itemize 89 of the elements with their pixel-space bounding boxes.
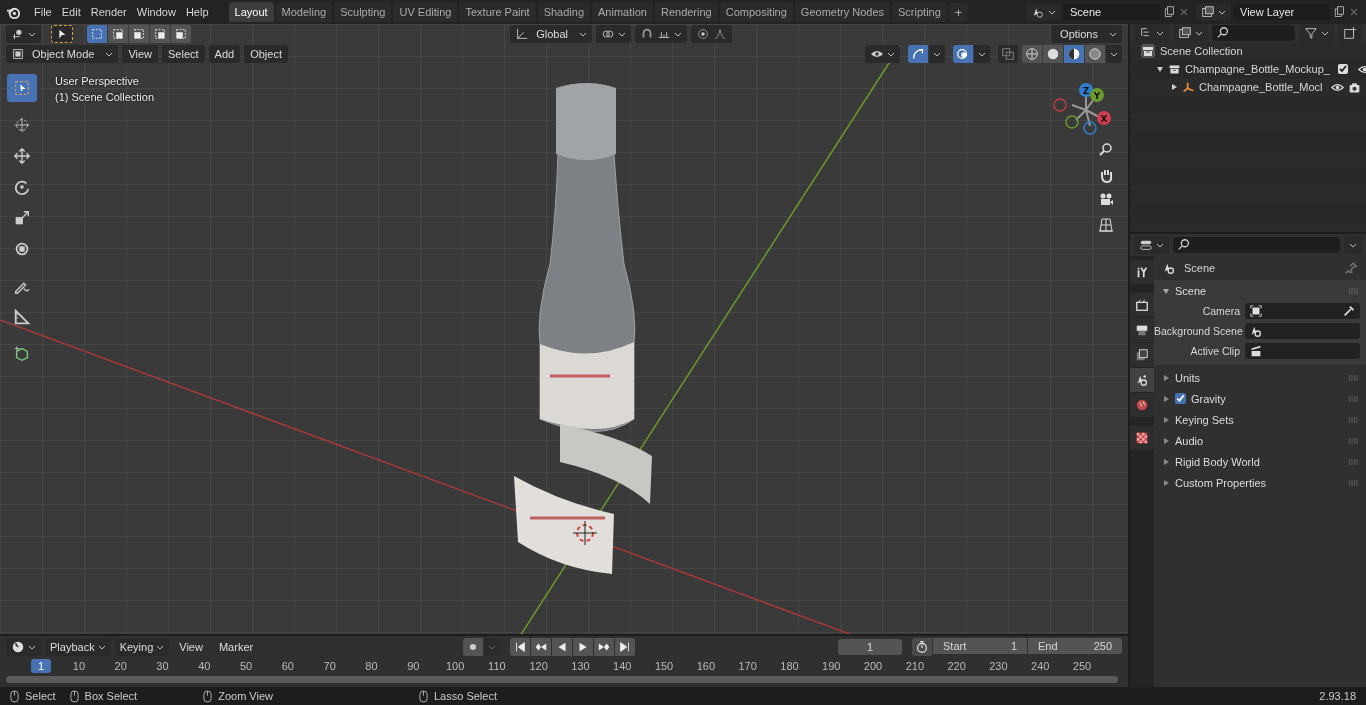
version-label: 2.93.18 xyxy=(1319,690,1356,702)
workspace-tab[interactable]: Animation xyxy=(592,2,653,22)
viewport-info-text: (1) Scene Collection xyxy=(55,91,155,103)
start-frame-field[interactable]: Start 1 xyxy=(933,638,1027,655)
menu-item[interactable]: File xyxy=(29,6,57,18)
workspace-tab[interactable]: Layout xyxy=(228,2,274,22)
timeline-menu[interactable]: View xyxy=(173,638,209,657)
navigation-gizmo-drawing[interactable]: Z Y X xyxy=(1052,78,1128,148)
frame-number: 30 xyxy=(155,660,170,673)
add-workspace-button[interactable]: + xyxy=(948,2,969,22)
playhead-frame[interactable]: 1 xyxy=(31,659,51,674)
menu-item[interactable]: Render xyxy=(85,6,132,18)
panel-header[interactable]: Gravity xyxy=(1154,388,1366,409)
frame-number: 100 xyxy=(444,660,466,673)
status-hint: Box Select xyxy=(84,690,138,702)
viewport-menu[interactable]: View xyxy=(122,45,159,63)
panel-title: Keying Sets xyxy=(1175,413,1234,426)
viewport-menu[interactable]: Select xyxy=(162,45,205,63)
scene-name-field[interactable]: Scene xyxy=(1064,4,1160,20)
frame-number: 150 xyxy=(653,660,675,673)
frame-number: 250 xyxy=(1071,660,1093,673)
frame-number: 240 xyxy=(1030,660,1051,673)
frame-number: 180 xyxy=(779,660,800,673)
panel-title: Rigid Body World xyxy=(1175,455,1260,468)
frame-number: 190 xyxy=(821,660,842,673)
panel-header[interactable]: Rigid Body World xyxy=(1154,451,1366,472)
viewport-info-text: User Perspective xyxy=(55,75,140,87)
frame-number: 140 xyxy=(612,660,633,673)
frame-number: 160 xyxy=(695,660,717,673)
field-label: Active Clip xyxy=(1189,344,1240,358)
context-label: Scene xyxy=(1184,262,1216,274)
3d-viewport[interactable]: Global Options Object Mode View Select Add Object User Perspective (1) Scene Collection Z Y X xyxy=(0,24,1128,635)
workspace-tab[interactable]: UV Editing xyxy=(393,2,458,22)
timeline-dropdown[interactable]: Keying xyxy=(114,638,170,657)
viewport-menu[interactable]: Object xyxy=(244,45,288,63)
frame-number: 80 xyxy=(364,660,379,673)
frame-number: 110 xyxy=(487,660,507,673)
workspace-tab[interactable]: Shading xyxy=(537,2,591,22)
outliner-item-label: Scene Collection xyxy=(1160,45,1243,57)
workspace-tab[interactable]: Modeling xyxy=(275,2,333,22)
panel-header[interactable]: Custom Properties xyxy=(1154,472,1366,493)
frame-number: 230 xyxy=(988,660,1009,673)
workspace-tab[interactable]: Scripting xyxy=(892,2,947,22)
workspace-tab[interactable]: Geometry Nodes xyxy=(794,2,890,22)
timeline-dropdown[interactable]: Playback xyxy=(45,638,111,657)
workspace-tab[interactable]: Compositing xyxy=(719,2,793,22)
frame-number: 60 xyxy=(280,660,295,673)
frame-number: 20 xyxy=(113,660,128,673)
panel-header[interactable]: Audio xyxy=(1154,430,1366,451)
transform-orientation-dropdown[interactable]: Global xyxy=(510,25,592,43)
menu-item[interactable]: Edit xyxy=(56,6,86,18)
frame-number: 50 xyxy=(238,660,254,673)
frame-number: 10 xyxy=(71,660,86,673)
view-layer-name-field[interactable]: View Layer xyxy=(1234,4,1330,20)
viewport-menu[interactable]: Add xyxy=(208,45,241,63)
frame-number: 130 xyxy=(570,660,591,673)
frame-number: 210 xyxy=(904,660,925,673)
panel-header[interactable]: Keying Sets xyxy=(1154,409,1366,430)
menu-item[interactable]: Help xyxy=(180,6,214,18)
outliner-item-label: Champagne_Bottle_Mocl xyxy=(1199,81,1323,93)
status-hint: Zoom View xyxy=(218,690,273,702)
end-frame-field[interactable]: End 250 xyxy=(1028,638,1122,655)
frame-number: 200 xyxy=(862,660,884,673)
mode-dropdown[interactable]: Object Mode xyxy=(6,45,119,63)
panel-header[interactable]: Scene xyxy=(1154,280,1366,301)
frame-number: 70 xyxy=(322,660,337,673)
panel-title: Custom Properties xyxy=(1175,476,1267,489)
workspace-tab[interactable]: Rendering xyxy=(654,2,718,22)
workspace-tab[interactable]: Texture Paint xyxy=(459,2,536,22)
panel-title: Scene xyxy=(1175,284,1207,297)
panel-title: Audio xyxy=(1175,434,1204,447)
status-hint: Select xyxy=(25,690,56,702)
status-hint: Lasso Select xyxy=(434,690,497,702)
current-frame-field[interactable]: 1 xyxy=(838,639,902,656)
outliner-item-label: Champagne_Bottle_Mockup_ xyxy=(1185,63,1330,75)
frame-number: 170 xyxy=(737,660,758,673)
timeline-menu[interactable]: Marker xyxy=(212,638,260,657)
options-dropdown[interactable]: Options xyxy=(1051,25,1122,43)
frame-number: 120 xyxy=(528,660,549,673)
panel-title: Gravity xyxy=(1191,392,1226,405)
field-label: Camera xyxy=(1201,304,1240,318)
panel-title: Units xyxy=(1175,371,1201,384)
outliner-row[interactable]: Champagne_Bottle_Mockup_ xyxy=(1130,60,1366,78)
menu-item[interactable]: Window xyxy=(131,6,181,18)
frame-number: 220 xyxy=(946,660,967,673)
frame-number: 90 xyxy=(406,660,421,673)
panel-header[interactable]: Units xyxy=(1154,367,1366,388)
workspace-tab[interactable]: Sculpting xyxy=(334,2,392,22)
frame-number: 40 xyxy=(197,660,212,673)
